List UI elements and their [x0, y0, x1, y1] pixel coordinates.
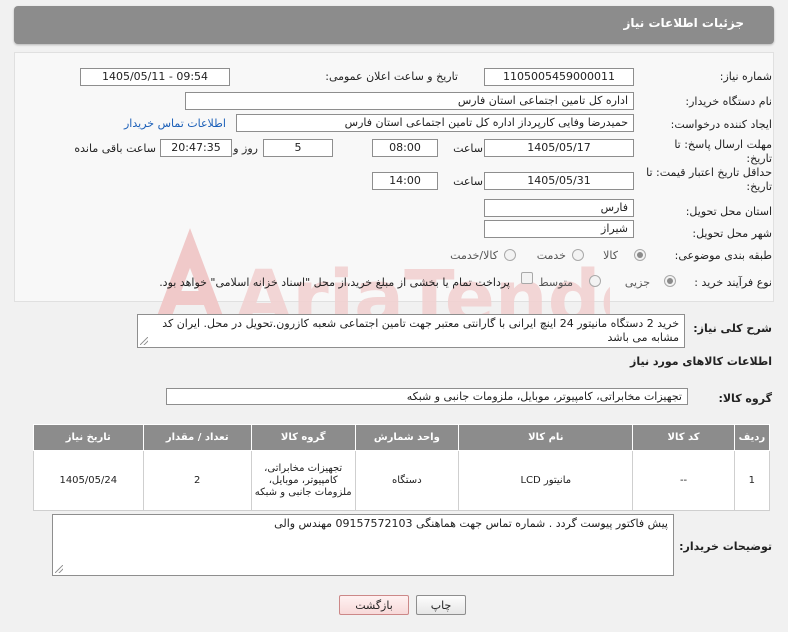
process-label: نوع فرآیند خرید : — [694, 276, 772, 289]
city-field[interactable]: شیراز — [484, 220, 634, 238]
resize-handle-icon[interactable] — [140, 337, 148, 345]
cell-qty: 2 — [142, 450, 252, 511]
process-radio-medium[interactable] — [589, 275, 601, 287]
page-title: جزئیات اطلاعات نیاز — [623, 16, 744, 30]
announce-datetime-field[interactable]: 1405/05/11 - 09:54 — [80, 68, 230, 86]
need-number-field[interactable]: 1105005459000011 — [484, 68, 634, 86]
buyer-org-field[interactable]: اداره کل تامین اجتماعی استان فارس — [185, 92, 634, 110]
deadline-time-label: ساعت — [453, 142, 483, 155]
process-option-medium: متوسط — [538, 276, 573, 289]
goods-table: ردیف کد کالا نام کالا واحد شمارش گروه کا… — [33, 424, 771, 511]
cell-index: 1 — [733, 450, 771, 511]
cell-name: مانیتور LCD — [458, 450, 634, 511]
announce-label: تاریخ و ساعت اعلان عمومی: — [325, 70, 458, 83]
resize-handle-icon[interactable] — [55, 565, 63, 573]
city-label: شهر محل تحویل: — [692, 227, 772, 240]
province-field[interactable]: فارس — [484, 199, 634, 217]
creator-field[interactable]: حمیدرضا وفایی کارپرداز اداره کل تامین اج… — [236, 114, 634, 132]
validity-time-field[interactable]: 14:00 — [372, 172, 438, 190]
buyer-contact-link[interactable]: اطلاعات تماس خریدار — [124, 117, 226, 130]
buyer-notes-text: پیش فاکتور پیوست گردد . شماره تماس جهت ه… — [274, 517, 668, 530]
description-text: خرید 2 دستگاه مانیتور 24 اینچ ایرانی با … — [162, 317, 679, 344]
description-textarea[interactable]: خرید 2 دستگاه مانیتور 24 اینچ ایرانی با … — [137, 314, 685, 348]
process-option-partial: جزیی — [624, 276, 650, 289]
category-radio-goods[interactable] — [634, 249, 646, 261]
col-qty: تعداد / مقدار — [142, 424, 252, 451]
days-field[interactable]: 5 — [263, 139, 333, 157]
remaining-time-field[interactable]: 20:47:35 — [160, 139, 232, 157]
creator-label: ایجاد کننده درخواست: — [670, 118, 772, 131]
category-label: طبقه بندی موضوعی: — [674, 249, 772, 262]
goods-section-title: اطلاعات کالاهای مورد نیاز — [630, 355, 772, 368]
category-option-goods: کالا — [603, 249, 618, 262]
cell-group: تجهیزات مخابراتی، کامپیوتر، موبایل، ملزو… — [250, 450, 356, 511]
category-radio-goods-service[interactable] — [504, 249, 516, 261]
table-row[interactable]: 1 -- مانیتور LCD دستگاه تجهیزات مخابراتی… — [33, 450, 771, 511]
cell-date: 1405/05/24 — [33, 450, 144, 511]
days-word: روز و — [233, 142, 258, 155]
category-option-service: خدمت — [536, 249, 566, 262]
description-label: شرح کلی نیاز: — [693, 322, 772, 335]
goods-table-header: ردیف کد کالا نام کالا واحد شمارش گروه کا… — [33, 424, 771, 451]
validity-label: حداقل تاریخ اعتبار قیمت: تا تاریخ: — [646, 166, 772, 193]
goods-group-field[interactable]: تجهیزات مخابراتی، کامپیوتر، موبایل، ملزو… — [166, 388, 688, 405]
cell-code: -- — [632, 450, 735, 511]
validity-time-label: ساعت — [453, 175, 483, 188]
print-button[interactable]: چاپ — [416, 595, 466, 615]
province-label: استان محل تحویل: — [685, 205, 772, 218]
need-number-label: شماره نیاز: — [719, 70, 772, 83]
deadline-date-field[interactable]: 1405/05/17 — [484, 139, 634, 157]
page-header: جزئیات اطلاعات نیاز — [14, 6, 774, 44]
treasury-payment-note: پرداخت تمام یا بخشی از مبلغ خرید،از محل … — [159, 276, 510, 289]
deadline-label: مهلت ارسال پاسخ: تا تاریخ: — [674, 138, 772, 165]
buyer-notes-label: توضیحات خریدار: — [679, 540, 772, 553]
remaining-word: ساعت باقی مانده — [74, 142, 156, 155]
treasury-payment-checkbox[interactable] — [521, 272, 533, 284]
category-radio-service[interactable] — [572, 249, 584, 261]
col-code: کد کالا — [632, 424, 735, 451]
col-unit: واحد شمارش — [354, 424, 460, 451]
buyer-notes-textarea[interactable]: پیش فاکتور پیوست گردد . شماره تماس جهت ه… — [52, 514, 674, 576]
goods-group-label: گروه کالا: — [718, 392, 772, 405]
cell-unit: دستگاه — [354, 450, 460, 511]
col-date: تاریخ نیاز — [33, 424, 144, 451]
validity-date-field[interactable]: 1405/05/31 — [484, 172, 634, 190]
buyer-org-label: نام دستگاه خریدار: — [685, 95, 772, 108]
col-index: ردیف — [733, 424, 771, 451]
deadline-time-field[interactable]: 08:00 — [372, 139, 438, 157]
col-name: نام کالا — [458, 424, 634, 451]
col-group: گروه کالا — [250, 424, 356, 451]
category-option-goods-service: کالا/خدمت — [450, 249, 498, 262]
back-button[interactable]: بازگشت — [339, 595, 409, 615]
process-radio-partial[interactable] — [664, 275, 676, 287]
